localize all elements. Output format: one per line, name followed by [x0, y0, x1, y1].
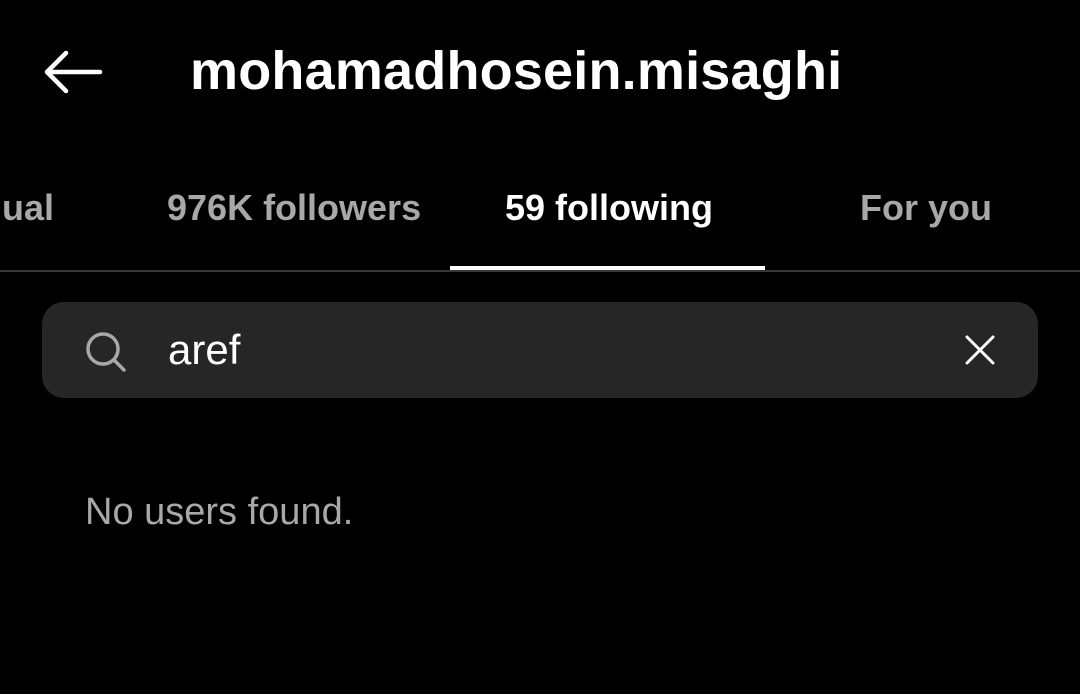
header: mohamadhosein.misaghi	[0, 0, 1080, 140]
tab-followers[interactable]: 976K followers	[167, 184, 421, 244]
search-input[interactable]	[168, 318, 908, 382]
empty-results-message: No users found.	[85, 491, 354, 533]
tab-bar: ual 976K followers 59 following For you	[0, 160, 1080, 272]
page-title: mohamadhosein.misaghi	[190, 41, 843, 101]
search-icon	[86, 332, 126, 372]
back-button[interactable]	[30, 36, 116, 108]
tab-following[interactable]: 59 following	[505, 184, 713, 244]
arrow-left-icon	[44, 50, 103, 94]
tab-for-you[interactable]: For you	[860, 184, 992, 244]
tab-mutual[interactable]: ual	[0, 184, 54, 244]
active-tab-indicator	[450, 266, 765, 270]
clear-search-button[interactable]	[950, 320, 1010, 380]
close-icon	[965, 335, 995, 365]
